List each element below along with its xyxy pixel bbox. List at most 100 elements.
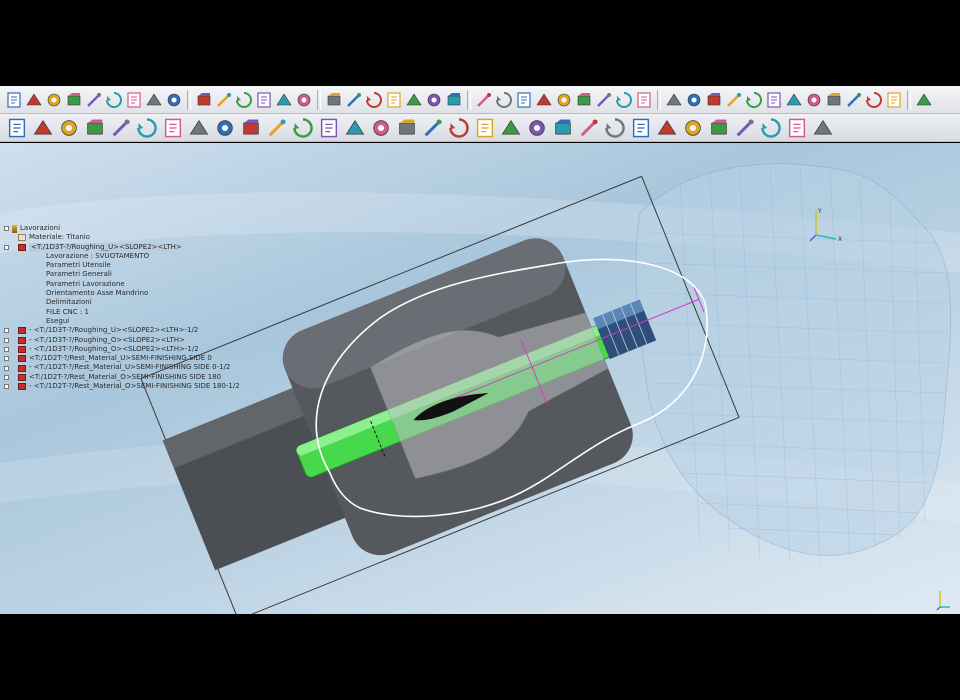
surface-icon[interactable] [615,91,633,109]
cube-5-icon[interactable] [745,91,763,109]
cut-icon[interactable] [110,117,132,139]
expand-toggle[interactable] [4,337,9,343]
globe-icon[interactable] [708,117,730,139]
timer-icon[interactable] [760,117,782,139]
delete-icon[interactable] [145,91,163,109]
dimension-icon[interactable] [345,91,363,109]
grid-icon[interactable] [385,91,403,109]
pan-icon[interactable] [275,91,293,109]
expand-toggle[interactable] [4,356,9,362]
tree-operation[interactable]: - <T:/1D2T-?/Rest_Material_O>SEMI-FINISH… [4,382,240,391]
pencil-icon[interactable] [630,117,652,139]
expand-toggle[interactable] [4,244,9,250]
tree-detail-item[interactable]: Esegui [4,317,240,326]
view-iso-icon[interactable] [535,91,553,109]
copy-icon[interactable] [682,117,704,139]
cube-7-icon[interactable] [785,91,803,109]
3d-viewport[interactable]: Y X Lavorazioni Materiale: Titanio <T:/1… [0,143,960,614]
fixture-icon[interactable] [32,117,54,139]
expand-toggle[interactable] [4,374,9,380]
import-icon[interactable] [65,91,83,109]
view-back-icon[interactable] [555,91,573,109]
tree-operation[interactable]: <T:/1D2T-?/Rest_Material_U>SEMI-FINISHIN… [4,354,240,363]
open-icon[interactable] [25,91,43,109]
stock-icon[interactable] [6,117,28,139]
cube-2-icon[interactable] [685,91,703,109]
tree-detail-item[interactable]: Delimitazioni [4,298,240,307]
slice-icon[interactable] [188,117,210,139]
recalc-icon[interactable] [448,117,470,139]
post-icon[interactable] [812,117,834,139]
tree-material[interactable]: Materiale: Titanio [4,233,240,242]
target-icon[interactable] [915,91,933,109]
curve-icon[interactable] [575,91,593,109]
tree-operation[interactable]: - <T:/1D3T-?/Roughing_O><SLOPE2><LTH>-1/… [4,345,240,354]
cube-6-icon[interactable] [765,91,783,109]
drill-a-icon[interactable] [318,117,340,139]
view-right-icon[interactable] [515,91,533,109]
cup-icon[interactable] [84,117,106,139]
probe-icon[interactable] [786,117,808,139]
pin-icon[interactable] [425,91,443,109]
measure-icon[interactable] [325,91,343,109]
point-icon[interactable] [365,91,383,109]
tree-operation[interactable]: - <T:/1D3T-?/Roughing_O><SLOPE2><LTH> [4,336,240,345]
simulate-icon[interactable] [656,117,678,139]
zoom-prev-icon[interactable] [235,91,253,109]
spiral-icon[interactable] [162,117,184,139]
zoom-all-icon[interactable] [295,91,313,109]
snap-icon[interactable] [405,91,423,109]
tree-detail-item[interactable]: Parametri Lavorazione [4,280,240,289]
cube-10-icon[interactable] [845,91,863,109]
cube-11-icon[interactable] [865,91,883,109]
zoom-window-icon[interactable] [195,91,213,109]
holder-icon[interactable] [240,117,262,139]
cube-1-icon[interactable] [665,91,683,109]
view-front-icon[interactable] [495,91,513,109]
frame-icon[interactable] [58,117,80,139]
link-icon[interactable] [474,117,496,139]
tree-root[interactable]: Lavorazioni [4,224,240,233]
undo-path-icon[interactable] [422,117,444,139]
rotate-icon[interactable] [105,91,123,109]
view-top-icon[interactable] [475,91,493,109]
layers-icon[interactable] [165,91,183,109]
cube-3-icon[interactable] [705,91,723,109]
finish-icon[interactable] [370,117,392,139]
expand-toggle[interactable] [4,328,9,334]
expand-toggle[interactable] [4,384,9,390]
line-icon[interactable] [595,91,613,109]
tree-operation[interactable]: - <T:/1D2T-?/Rest_Material_U>SEMI-FINISH… [4,363,240,372]
tree-detail-item[interactable]: Parametri Utensile [4,261,240,270]
tree-detail-item[interactable]: Parametri Generali [4,270,240,279]
cube-9-icon[interactable] [825,91,843,109]
loop-icon[interactable] [500,117,522,139]
brush-icon[interactable] [266,117,288,139]
swap-icon[interactable] [526,117,548,139]
erase-icon[interactable] [125,91,143,109]
drill-b-icon[interactable] [344,117,366,139]
tree-detail-item[interactable]: FILE CNC : 1 [4,308,240,317]
arrow-cycle-icon[interactable] [396,117,418,139]
select-icon[interactable] [445,91,463,109]
face-mill-icon[interactable] [292,117,314,139]
expand-toggle[interactable] [4,347,9,352]
report-icon[interactable] [734,117,756,139]
save-icon[interactable] [45,91,63,109]
cube-8-icon[interactable] [805,91,823,109]
check-icon[interactable] [552,117,574,139]
block-icon[interactable] [214,117,236,139]
new-icon[interactable] [5,91,23,109]
zoom-in-icon[interactable] [215,91,233,109]
settings-icon[interactable] [604,117,626,139]
zoom-out-icon[interactable] [255,91,273,109]
tree-selected-operation[interactable]: <T:/1D3T-?/Roughing_U><SLOPE2><LTH> [4,242,240,252]
cube-4-icon[interactable] [725,91,743,109]
tool-path-icon[interactable] [136,117,158,139]
expand-toggle[interactable] [4,226,9,232]
cube-12-icon[interactable] [885,91,903,109]
tree-detail-item[interactable]: Orientamento Asse Mandrino [4,289,240,298]
tree-operation[interactable]: - <T:/1D3T-?/Roughing_U><SLOPE2><LTH>-1/… [4,326,240,335]
tool-icon[interactable] [85,91,103,109]
tree-operation[interactable]: <T:/1D2T-?/Rest_Material_O>SEMI-FINISHIN… [4,373,240,382]
